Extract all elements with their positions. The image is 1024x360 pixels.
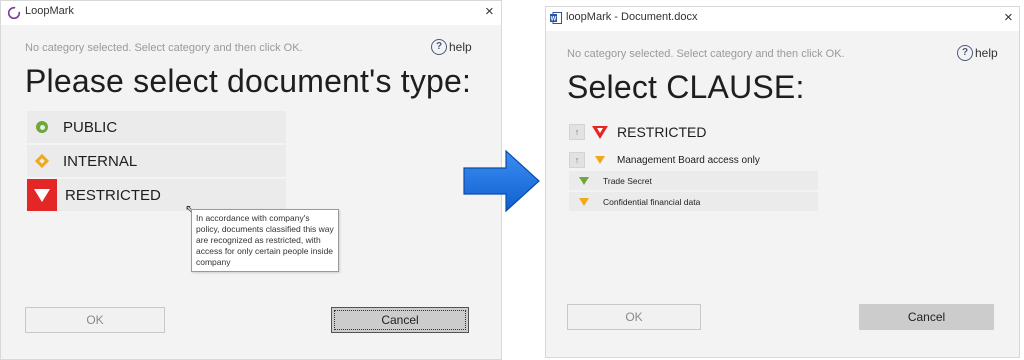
loopmark-dialog-left: LoopMark × No category selected. Select …: [0, 0, 502, 360]
close-icon[interactable]: ×: [1004, 9, 1013, 26]
option-label: PUBLIC: [63, 118, 118, 136]
orange-triangle-icon: [579, 197, 589, 206]
help-icon: ?: [431, 39, 447, 55]
help-label: help: [975, 46, 998, 60]
sub-clause-label: Trade Secret: [603, 175, 652, 186]
sub-clause-list: Trade Secret Confidential financial data: [569, 171, 818, 213]
help-button[interactable]: ? help: [957, 45, 998, 61]
up-arrow-icon[interactable]: ↑: [569, 124, 585, 140]
green-triangle-icon: [579, 176, 589, 185]
clause-restricted[interactable]: ↑ RESTRICTED: [569, 124, 706, 140]
option-label: INTERNAL: [63, 152, 138, 170]
option-label: RESTRICTED: [65, 186, 161, 204]
clause-label: Management Board access only: [617, 154, 760, 166]
help-icon: ?: [957, 45, 973, 61]
window-title: LoopMark: [25, 5, 74, 17]
title-bar: W loopMark - Document.docx ×: [546, 7, 1019, 32]
close-icon[interactable]: ×: [485, 3, 494, 20]
window-title: loopMark - Document.docx: [566, 11, 698, 23]
option-restricted[interactable]: RESTRICTED: [27, 179, 286, 213]
cancel-button[interactable]: Cancel: [859, 304, 994, 330]
status-hint: No category selected. Select category an…: [567, 48, 845, 60]
document-type-list: PUBLIC INTERNAL RESTRICTED: [27, 111, 286, 213]
page-title: Select CLAUSE:: [567, 69, 805, 105]
ok-button[interactable]: OK: [25, 307, 165, 333]
public-circle-icon: [29, 121, 55, 133]
svg-text:W: W: [551, 16, 557, 22]
restricted-triangle-icon: [27, 179, 57, 211]
loopmark-logo-icon: [7, 6, 21, 20]
flow-arrow-icon: [463, 149, 540, 213]
status-hint: No category selected. Select category an…: [25, 42, 303, 54]
orange-triangle-icon: [585, 156, 615, 164]
restricted-tooltip: In accordance with company's policy, doc…: [191, 209, 339, 272]
help-label: help: [449, 40, 472, 54]
sub-clause-label: Confidential financial data: [603, 196, 701, 207]
clause-management-board[interactable]: ↑ Management Board access only: [569, 152, 760, 168]
help-button[interactable]: ? help: [431, 39, 472, 55]
clause-label: RESTRICTED: [617, 124, 707, 140]
ok-button[interactable]: OK: [567, 304, 701, 330]
internal-diamond-icon: [29, 153, 55, 169]
loopmark-dialog-right: W loopMark - Document.docx × No category…: [545, 6, 1020, 358]
sub-clause-confidential-financial[interactable]: Confidential financial data: [569, 192, 818, 213]
word-document-icon: W: [550, 12, 562, 24]
option-public[interactable]: PUBLIC: [27, 111, 286, 145]
cancel-button[interactable]: Cancel: [331, 307, 469, 333]
up-arrow-icon[interactable]: ↑: [569, 152, 585, 168]
option-internal[interactable]: INTERNAL: [27, 145, 286, 179]
sub-clause-trade-secret[interactable]: Trade Secret: [569, 171, 818, 192]
restricted-triangle-icon: [585, 125, 615, 139]
title-bar: LoopMark ×: [1, 1, 501, 25]
page-title: Please select document's type:: [25, 63, 472, 99]
